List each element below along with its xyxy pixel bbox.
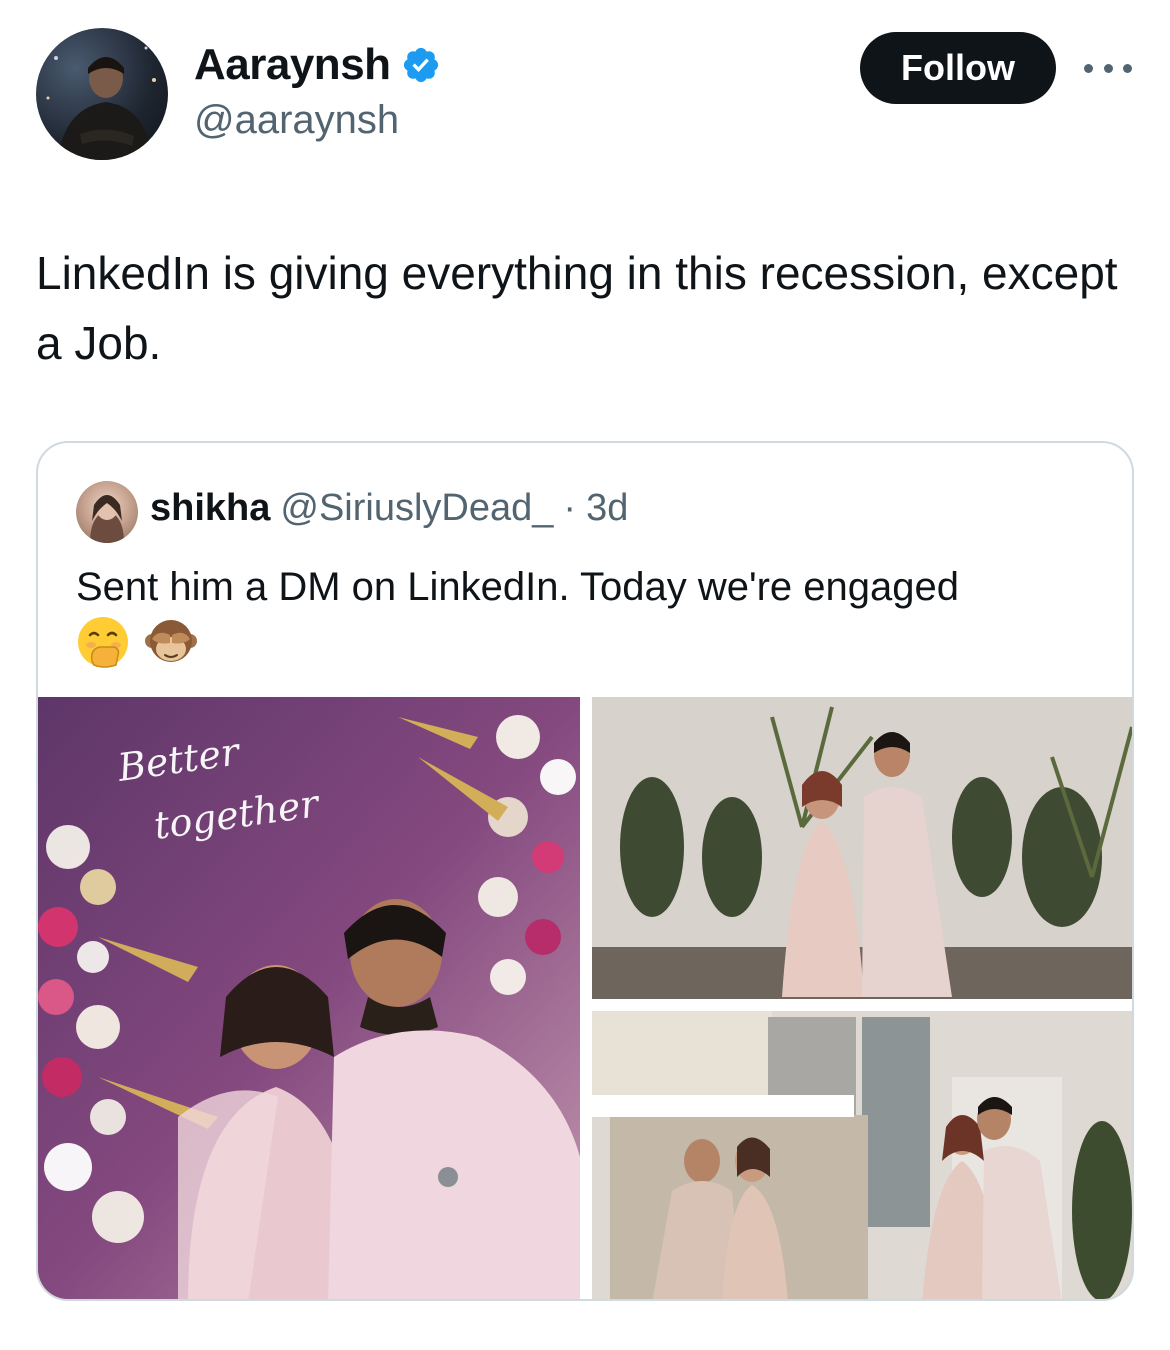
quoted-tweet-emojis [76,615,198,669]
quoted-tweet-time[interactable]: 3d [586,487,628,530]
see-no-evil-monkey-emoji-icon [145,620,197,662]
dot [1123,63,1132,73]
author-avatar[interactable] [36,28,168,160]
quoted-tweet-card[interactable]: shikha @SiriuslyDead_ · 3d Sent him a DM… [36,441,1134,1301]
engagement-photo-2[interactable] [592,697,1132,999]
quoted-author-handle[interactable]: @SiriuslyDead_ [280,487,553,530]
quoted-author-name[interactable]: shikha [150,487,270,530]
face-hand-over-mouth-emoji-icon [78,617,128,668]
person-silhouette-icon [46,46,156,160]
media-grid: Better together [38,697,1132,1299]
more-options-icon[interactable] [1084,56,1132,80]
outdoor-couple-illustration [592,697,1132,999]
person-portrait-icon [90,494,124,543]
dot [1103,63,1113,73]
engagement-scene-illustration: Better together [38,697,580,1299]
quoted-tweet-text: Sent him a DM on LinkedIn. Today we're e… [76,565,960,609]
author-display-name[interactable]: Aaraynsh [194,40,391,90]
verified-badge-icon [403,47,438,83]
dot [1084,63,1093,73]
tweet-text: LinkedIn is giving everything in this re… [36,247,1118,369]
tweet-page: Aaraynsh @aaraynsh Follow LinkedIn is gi… [0,0,1170,1350]
author-handle[interactable]: @aaraynsh [194,98,399,143]
separator-dot: · [563,487,577,529]
author-name-row[interactable]: Aaraynsh [194,40,441,90]
engagement-photo-1[interactable]: Better together [38,697,580,1299]
quoted-author-avatar[interactable] [76,481,138,543]
follow-button[interactable]: Follow [860,32,1056,104]
quoted-tweet-header: shikha @SiriuslyDead_ · 3d [150,487,628,530]
engagement-photo-3[interactable] [592,1011,1132,1299]
embracing-couple-illustration [592,1011,1132,1299]
